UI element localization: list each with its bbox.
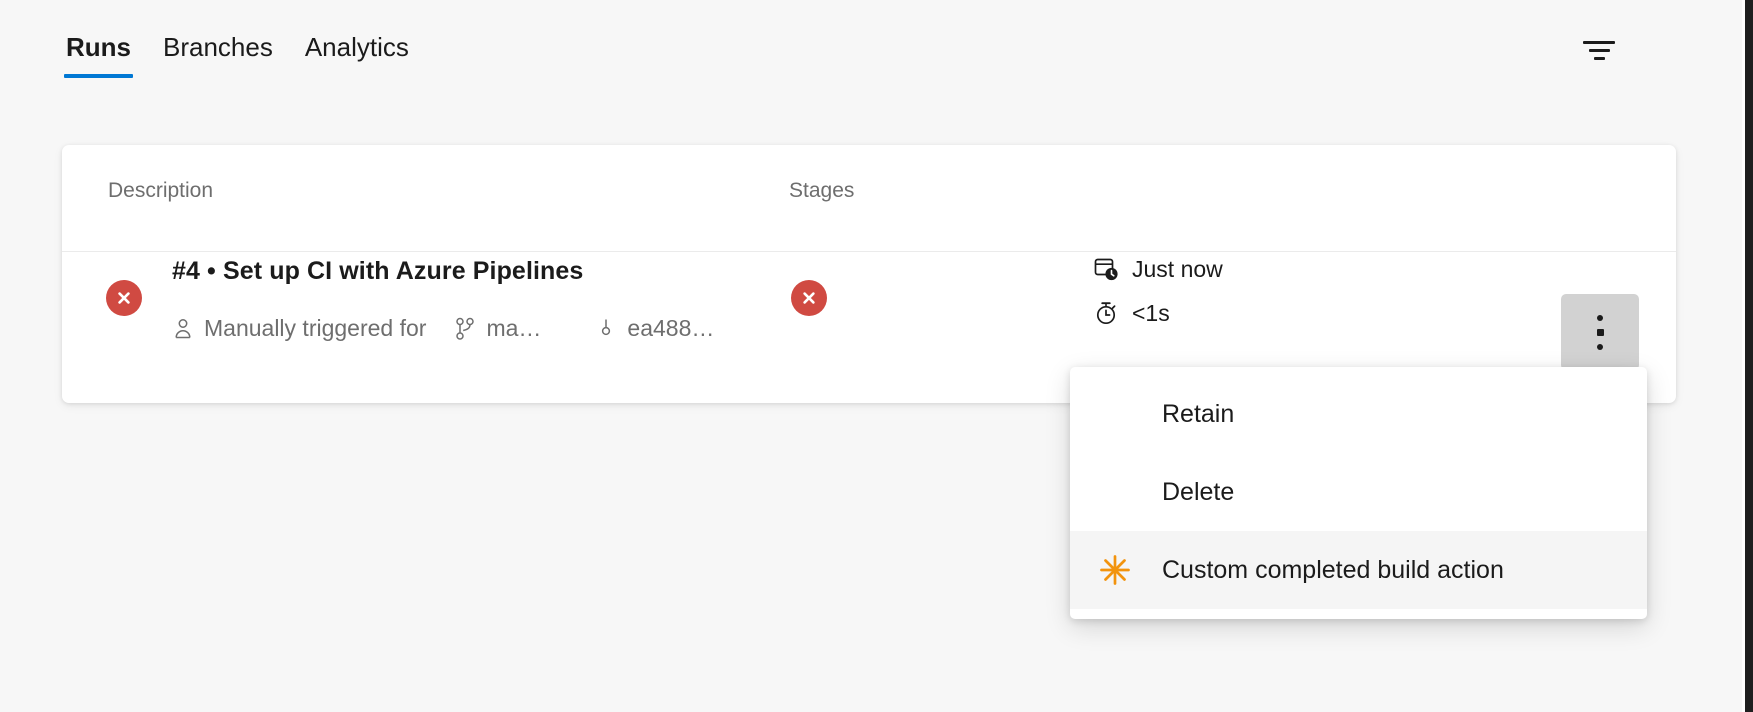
asterisk-icon [1098,553,1132,587]
menu-item-custom-completed-build-action[interactable]: Custom completed build action [1070,531,1647,609]
menu-item-retain-label: Retain [1162,400,1234,429]
tab-runs[interactable]: Runs [58,26,139,94]
menu-item-delete-label: Delete [1162,478,1234,507]
tab-runs-label: Runs [66,32,131,62]
tab-branches-label: Branches [163,32,273,62]
filter-icon [1583,36,1615,64]
filter-button[interactable] [1573,24,1625,76]
more-actions-button[interactable] [1561,294,1639,370]
run-context-menu: Retain Delete Custom completed build act… [1070,367,1647,619]
column-header-description: Description [108,179,213,203]
runs-table-header: Description Stages [62,145,1676,252]
window-edge [1745,0,1753,712]
tab-list: Runs Branches Analytics [58,26,417,94]
tab-analytics[interactable]: Analytics [297,26,417,94]
runs-card: Description Stages [62,145,1676,403]
menu-item-custom-completed-build-action-label: Custom completed build action [1162,556,1504,585]
menu-item-retain[interactable]: Retain [1070,375,1647,453]
more-vertical-icon [1597,315,1604,350]
menu-item-delete[interactable]: Delete [1070,453,1647,531]
pipeline-tabbar: Runs Branches Analytics [0,0,1745,110]
tab-branches[interactable]: Branches [155,26,281,94]
tab-analytics-label: Analytics [305,32,409,62]
column-header-stages: Stages [789,179,854,203]
